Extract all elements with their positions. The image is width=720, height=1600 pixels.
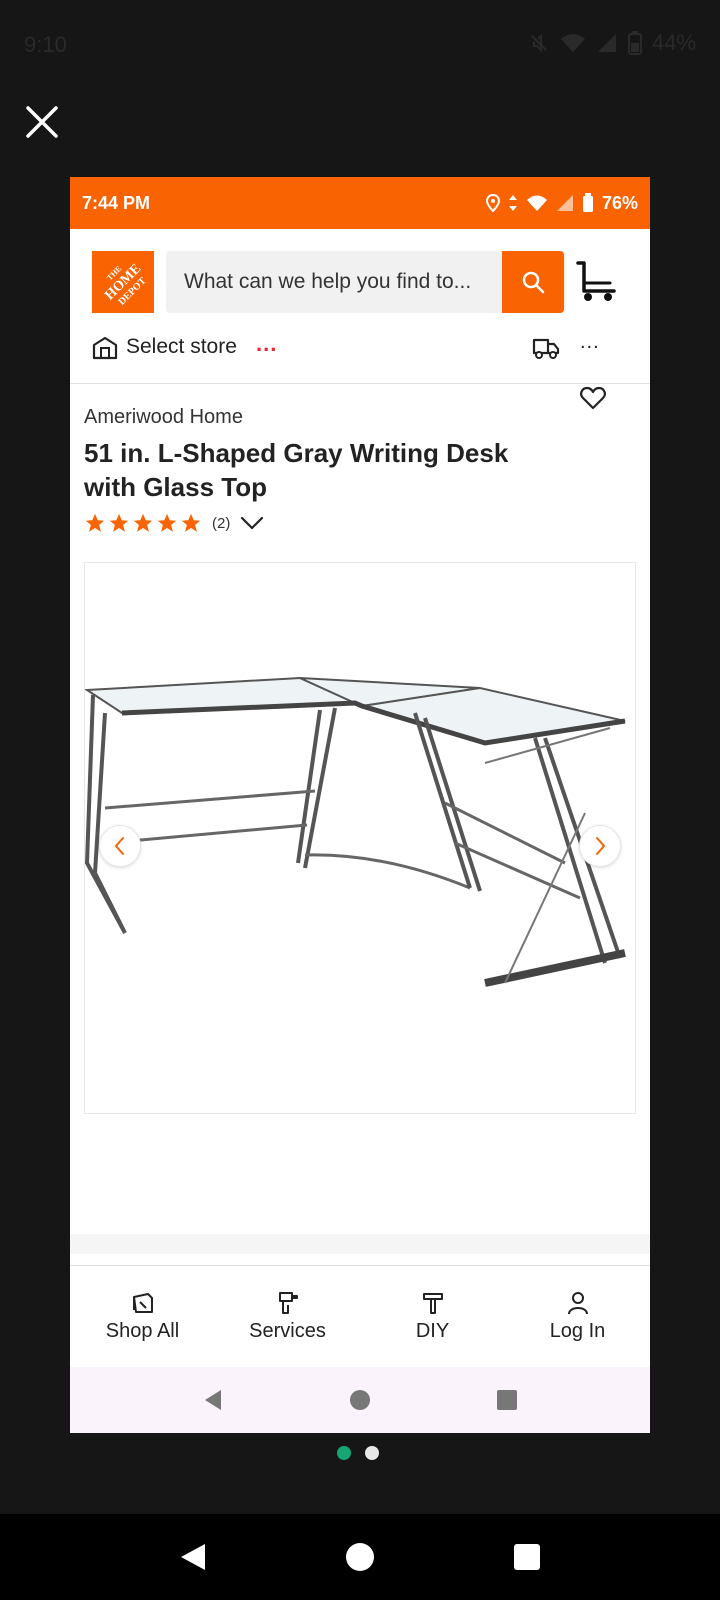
section-divider <box>70 1234 650 1254</box>
diy-icon <box>422 1292 443 1314</box>
page-dot-active[interactable] <box>337 1446 351 1460</box>
close-icon[interactable] <box>22 102 62 142</box>
nav-label: Shop All <box>105 1319 180 1342</box>
page-dot[interactable] <box>365 1446 379 1460</box>
nav-label: Services <box>249 1319 326 1342</box>
back-icon[interactable] <box>177 1541 209 1573</box>
outer-battery-percent: 44% <box>651 30 696 55</box>
cart-icon[interactable] <box>574 259 622 307</box>
logo-graphic: THE HOME DEPOT <box>93 252 153 312</box>
battery-icon <box>582 193 593 212</box>
signal-icon <box>556 195 573 211</box>
inner-status-bar: 7:44 PM 76% <box>70 177 650 229</box>
page-indicator <box>337 1446 379 1460</box>
user-icon <box>567 1291 588 1314</box>
product-image-desk <box>85 676 626 987</box>
signal-icon <box>597 34 616 52</box>
store-icon <box>92 336 118 360</box>
recents-icon[interactable] <box>511 1541 543 1573</box>
shop-all-icon <box>132 1292 153 1313</box>
star-icon <box>181 513 201 532</box>
nav-label: Log In <box>549 1319 606 1342</box>
app-header: THE HOME DEPOT What can we help you find… <box>70 229 650 329</box>
home-icon[interactable] <box>348 1388 372 1412</box>
search-placeholder: What can we help you find to... <box>184 270 472 293</box>
gallery-next-button[interactable] <box>579 825 621 867</box>
wifi-icon <box>526 195 547 211</box>
store-bar: Select store ... ... <box>70 329 650 384</box>
inner-time: 7:44 PM <box>82 192 151 213</box>
nav-diy[interactable]: DIY <box>360 1266 505 1366</box>
search-button[interactable] <box>502 251 564 313</box>
product-image-gallery[interactable] <box>84 562 636 1114</box>
select-store-link[interactable]: Select store <box>126 335 237 359</box>
gallery-prev-button[interactable] <box>99 825 141 867</box>
chevron-down-icon[interactable] <box>240 514 264 532</box>
bottom-navigation: Shop All Services DIY Log In <box>70 1265 650 1366</box>
product-title: 51 in. L-Shaped Gray Writing Desk with G… <box>84 438 509 502</box>
home-icon[interactable] <box>344 1541 376 1573</box>
inner-system-navigation <box>70 1367 650 1433</box>
services-icon <box>278 1291 298 1314</box>
back-icon[interactable] <box>201 1388 225 1412</box>
location-icon <box>485 194 500 212</box>
inner-battery-percent: 76% <box>601 192 638 213</box>
battery-icon <box>627 31 642 55</box>
rating-row[interactable]: (2) <box>84 512 264 534</box>
star-rating <box>84 512 202 534</box>
star-icon <box>85 513 105 532</box>
delivery-truck-icon[interactable] <box>532 335 560 361</box>
nav-services[interactable]: Services <box>215 1266 360 1366</box>
wifi-icon <box>560 34 585 52</box>
favorite-heart-icon[interactable] <box>580 386 606 410</box>
nav-log-in[interactable]: Log In <box>505 1266 650 1366</box>
home-depot-logo[interactable]: THE HOME DEPOT <box>92 251 154 313</box>
star-icon <box>157 513 177 532</box>
chevron-left-icon <box>114 837 124 855</box>
data-arrows-icon <box>508 195 517 211</box>
outer-system-navigation <box>0 1514 720 1600</box>
review-count: (2) <box>212 514 231 532</box>
outer-time: 9:10 <box>24 32 67 57</box>
screenshot-frame: 7:44 PM 76% THE HOME DEPOT What can we h… <box>70 177 650 1433</box>
product-section: Ameriwood Home 51 in. L-Shaped Gray Writ… <box>70 384 650 1234</box>
outer-status-bar: 9:10 44% <box>0 0 720 90</box>
star-icon <box>109 513 129 532</box>
chevron-right-icon <box>596 837 606 855</box>
product-brand[interactable]: Ameriwood Home <box>84 406 243 429</box>
recents-icon[interactable] <box>495 1388 519 1412</box>
store-loading-dots: ... <box>256 331 278 356</box>
mute-icon <box>531 33 547 53</box>
nav-shop-all[interactable]: Shop All <box>70 1266 215 1366</box>
search-icon <box>522 271 545 294</box>
star-icon <box>133 513 153 532</box>
nav-label: DIY <box>415 1319 450 1342</box>
more-options-button[interactable]: ... <box>580 331 600 354</box>
